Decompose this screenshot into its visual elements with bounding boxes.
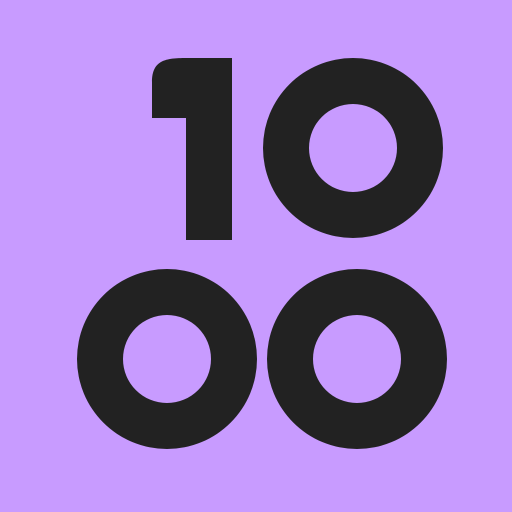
logo-1000-icon <box>77 58 447 449</box>
app-icon <box>0 0 512 512</box>
digit-0-bottom-left-icon <box>77 269 257 449</box>
digit-1-icon <box>152 58 232 240</box>
digit-0-top-right-icon <box>263 58 443 238</box>
digit-0-bottom-right-icon <box>267 269 447 449</box>
